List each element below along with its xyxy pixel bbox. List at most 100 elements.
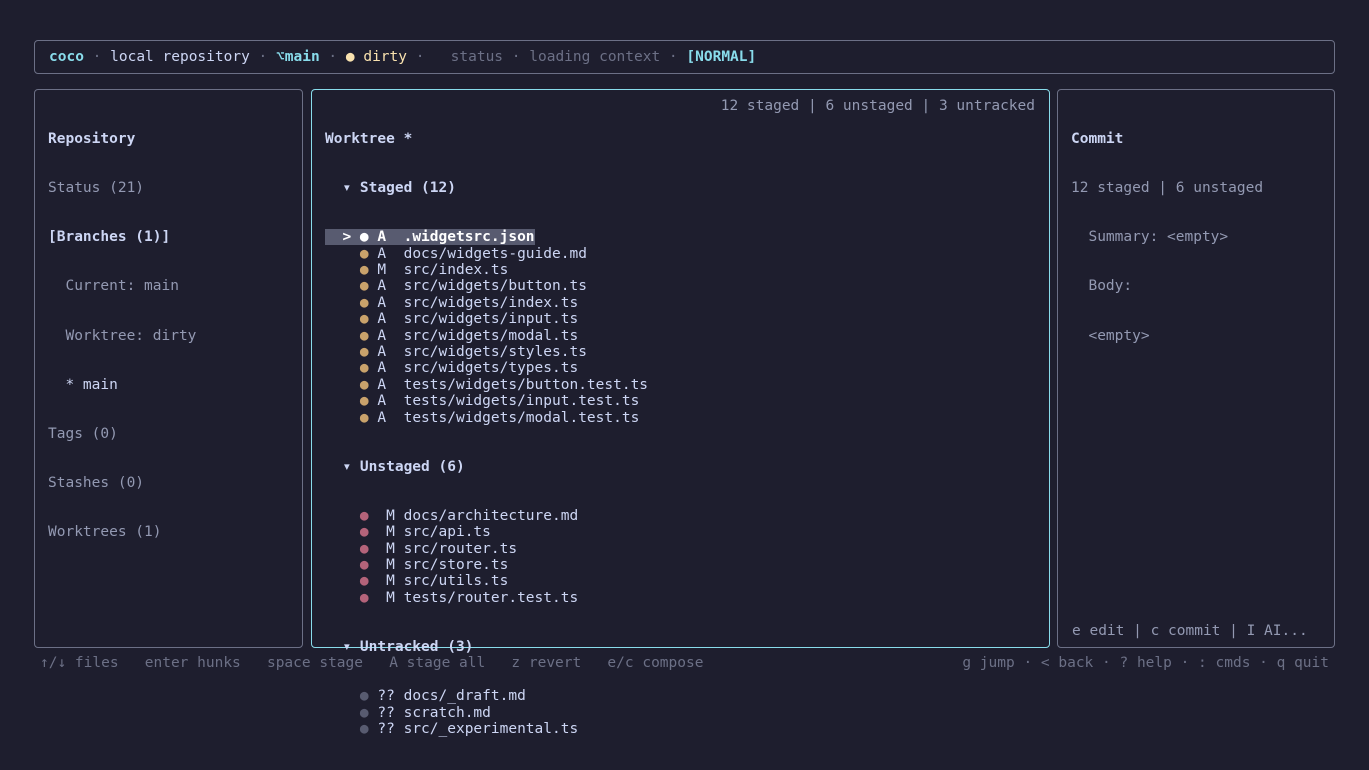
file-row[interactable]: ● M src/api.ts — [325, 524, 648, 540]
selected-row-highlight: > ● A .widgetsrc.json — [325, 229, 535, 246]
row-prefix — [325, 573, 360, 589]
status-dot-icon: ● — [359, 704, 369, 721]
row-prefix — [325, 705, 360, 721]
file-row[interactable]: ● A docs/widgets-guide.md — [325, 246, 648, 262]
staged-list: > ● A .widgetsrc.json ● A docs/widgets-g… — [325, 229, 648, 426]
status-code: A — [377, 245, 395, 262]
untracked-section-header[interactable]: ▾ Untracked (3) — [325, 639, 648, 655]
status-dot-icon: ● — [359, 507, 369, 524]
file-row[interactable]: ● ?? docs/_draft.md — [325, 688, 648, 704]
status-code: ?? — [377, 704, 395, 721]
repo-item-tags[interactable]: Tags (0) — [48, 426, 196, 442]
file-path: docs/widgets-guide.md — [403, 245, 587, 262]
file-path: tests/widgets/input.test.ts — [403, 393, 640, 410]
row-prefix — [325, 721, 360, 737]
status-dot-icon: ● — [359, 557, 369, 574]
file-row[interactable]: ● ?? scratch.md — [325, 705, 648, 721]
status-line: coco · local repository · ⌥main · ● dirt… — [49, 49, 757, 65]
status-dot-icon: ● — [359, 409, 369, 426]
file-row[interactable]: ● M docs/architecture.md — [325, 508, 648, 524]
current-branch-info: Current: main — [48, 278, 179, 295]
status-code: M — [377, 507, 395, 524]
repo-item-branches[interactable]: [Branches (1)] — [48, 229, 196, 245]
status-code: M — [377, 262, 395, 278]
commit-body-field[interactable]: <empty> — [1071, 328, 1263, 344]
row-prefix — [325, 393, 360, 409]
row-prefix — [325, 377, 360, 393]
worktree-state-info: Worktree: dirty — [48, 327, 197, 344]
branch-item-main[interactable]: * main — [48, 377, 196, 393]
status-dot-icon: ● — [359, 262, 369, 278]
status-code: A — [377, 393, 395, 410]
status-code: M — [377, 524, 395, 541]
commit-counts: 12 staged | 6 unstaged — [1071, 180, 1264, 197]
status-dot-icon: ● — [359, 245, 369, 262]
file-row[interactable]: ● M src/utils.ts — [325, 573, 648, 589]
row-prefix: > — [325, 229, 360, 246]
status-code: A — [377, 376, 395, 393]
file-row[interactable]: ● A src/widgets/index.ts — [325, 295, 648, 311]
status-code: A — [377, 360, 395, 377]
status-dot-icon: ● — [359, 360, 369, 377]
file-path: tests/widgets/button.test.ts — [403, 376, 649, 393]
file-row-selected[interactable]: > ● A .widgetsrc.json — [325, 229, 648, 246]
staged-section-header[interactable]: ▾ Staged (12) — [325, 180, 648, 196]
file-row[interactable]: ● A src/widgets/types.ts — [325, 360, 648, 376]
file-path: src/utils.ts — [403, 573, 509, 590]
dirty-label: dirty — [363, 49, 407, 65]
unstaged-list: ● M docs/architecture.md ● M src/api.ts … — [325, 508, 648, 606]
status-code: ?? — [377, 688, 395, 705]
row-prefix — [325, 278, 360, 294]
dirty-dot-icon: ● — [345, 49, 355, 65]
status-code: A — [377, 327, 395, 344]
file-path: src/widgets/input.ts — [403, 311, 579, 328]
file-row[interactable]: ● M src/store.ts — [325, 557, 648, 573]
context-label: loading context — [529, 49, 661, 65]
repo-name: local repository — [110, 49, 250, 65]
row-prefix — [325, 688, 360, 704]
commit-summary-field[interactable]: Summary: <empty> — [1071, 229, 1263, 245]
file-row[interactable]: ● M tests/router.test.ts — [325, 590, 648, 606]
commit-panel[interactable]: Commit 12 staged | 6 unstaged Summary: <… — [1057, 89, 1335, 648]
worktree-summary: 12 staged | 6 unstaged | 3 untracked — [720, 98, 1035, 114]
row-prefix — [325, 246, 360, 262]
file-path: src/store.ts — [403, 557, 509, 574]
row-prefix — [325, 262, 360, 278]
repo-item-status[interactable]: Status (21) — [48, 180, 196, 196]
file-path: scratch.md — [403, 704, 491, 721]
repo-item-stashes[interactable]: Stashes (0) — [48, 475, 196, 491]
status-dot-icon: ● — [359, 311, 369, 328]
file-row[interactable]: ● A src/widgets/input.ts — [325, 311, 648, 327]
file-path: src/widgets/button.ts — [403, 278, 587, 295]
file-path: src/widgets/types.ts — [403, 360, 579, 377]
status-dot-icon: ● — [359, 278, 369, 295]
file-row[interactable]: ● A src/widgets/button.ts — [325, 278, 648, 294]
row-prefix — [325, 360, 360, 376]
file-row[interactable]: ● A src/widgets/styles.ts — [325, 344, 648, 360]
file-path: src/_experimental.ts — [403, 721, 579, 738]
repository-panel[interactable]: Repository Status (21) [Branches (1)] Cu… — [34, 89, 303, 648]
status-code: M — [377, 589, 395, 606]
row-prefix — [325, 590, 360, 606]
status-dot-icon: ● — [359, 688, 369, 705]
branch-icon: ⌥ — [276, 49, 285, 65]
file-row[interactable]: ● A tests/widgets/input.test.ts — [325, 393, 648, 409]
file-row[interactable]: ● M src/router.ts — [325, 541, 648, 557]
row-prefix — [325, 344, 360, 360]
worktree-panel[interactable]: 12 staged | 6 unstaged | 3 untracked Wor… — [311, 89, 1050, 737]
file-row[interactable]: ● A src/widgets/modal.ts — [325, 328, 648, 344]
file-row[interactable]: ● A tests/widgets/modal.test.ts — [325, 410, 648, 426]
repo-item-worktrees[interactable]: Worktrees (1) — [48, 524, 196, 540]
status-dot-icon: ● — [359, 229, 369, 246]
file-row[interactable]: ● M src/index.ts — [325, 262, 648, 278]
row-prefix — [325, 311, 360, 327]
unstaged-section-header[interactable]: ▾ Unstaged (6) — [325, 459, 648, 475]
row-prefix — [325, 328, 360, 344]
file-row[interactable]: ● A tests/widgets/button.test.ts — [325, 377, 648, 393]
row-prefix — [325, 295, 360, 311]
app-name: coco — [49, 49, 84, 65]
worktree-title: Worktree * — [325, 130, 413, 147]
file-path: src/index.ts — [403, 262, 509, 278]
file-row[interactable]: ● ?? src/_experimental.ts — [325, 721, 648, 737]
row-prefix — [325, 410, 360, 426]
